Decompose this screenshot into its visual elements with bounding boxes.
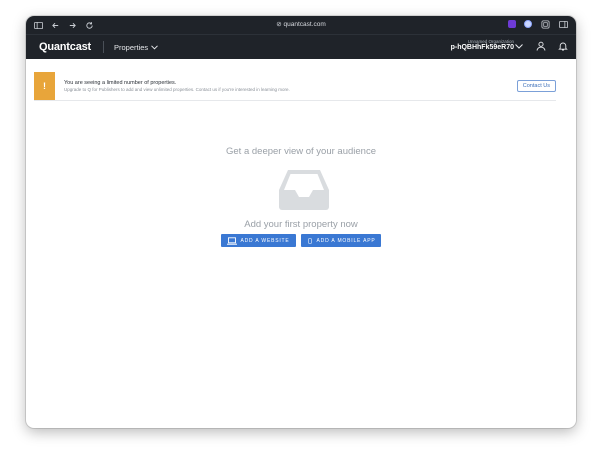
warning-icon: !	[34, 72, 55, 100]
limited-properties-banner: ! You are seeing a limited number of pro…	[34, 72, 556, 101]
profile-icon[interactable]	[524, 20, 532, 28]
extension-icon[interactable]	[508, 20, 516, 28]
tab-overview-icon[interactable]	[540, 19, 550, 29]
url-text: quantcast.com	[283, 21, 326, 28]
address-bar[interactable]: ⊘ quantcast.com	[26, 20, 576, 28]
org-chevron-down-icon[interactable]	[514, 41, 524, 51]
browser-window: ⊘ quantcast.com Quantcast Properties Unn…	[26, 16, 576, 428]
app-navbar: Quantcast Properties Unnamed Organizatio…	[26, 34, 576, 59]
banner-subtitle: Upgrade to Q for Publishers to add and v…	[64, 87, 290, 92]
chevron-down-icon	[151, 44, 159, 50]
banner-title: You are seeing a limited number of prope…	[64, 80, 177, 86]
organization-id: p-hQBHhFk59eR70	[450, 44, 514, 51]
add-mobile-app-button[interactable]: ADD A MOBILE APP	[300, 234, 382, 247]
sidebar-right-icon[interactable]	[558, 19, 568, 29]
browser-toolbar: ⊘ quantcast.com	[26, 16, 576, 34]
add-mobile-app-label: ADD A MOBILE APP	[316, 237, 376, 244]
inbox-tray-icon	[279, 170, 329, 210]
add-property-prompt: Add your first property now	[244, 219, 358, 230]
quantcast-logo[interactable]: Quantcast	[26, 41, 91, 53]
mobile-phone-icon	[307, 238, 312, 243]
add-website-button[interactable]: ADD A WEBSITE	[220, 234, 296, 247]
empty-state-headline: Get a deeper view of your audience	[226, 146, 376, 157]
contact-us-button[interactable]: Contact Us	[516, 80, 556, 92]
properties-menu[interactable]: Properties	[114, 42, 159, 52]
add-website-label: ADD A WEBSITE	[240, 237, 290, 244]
organization-selector[interactable]: Unnamed Organization p-hQBHhFk59eR70	[451, 39, 514, 51]
nav-divider	[103, 41, 104, 53]
laptop-icon	[226, 236, 237, 245]
properties-menu-label: Properties	[114, 42, 149, 52]
bell-icon[interactable]	[558, 41, 568, 51]
user-icon[interactable]	[536, 41, 546, 51]
